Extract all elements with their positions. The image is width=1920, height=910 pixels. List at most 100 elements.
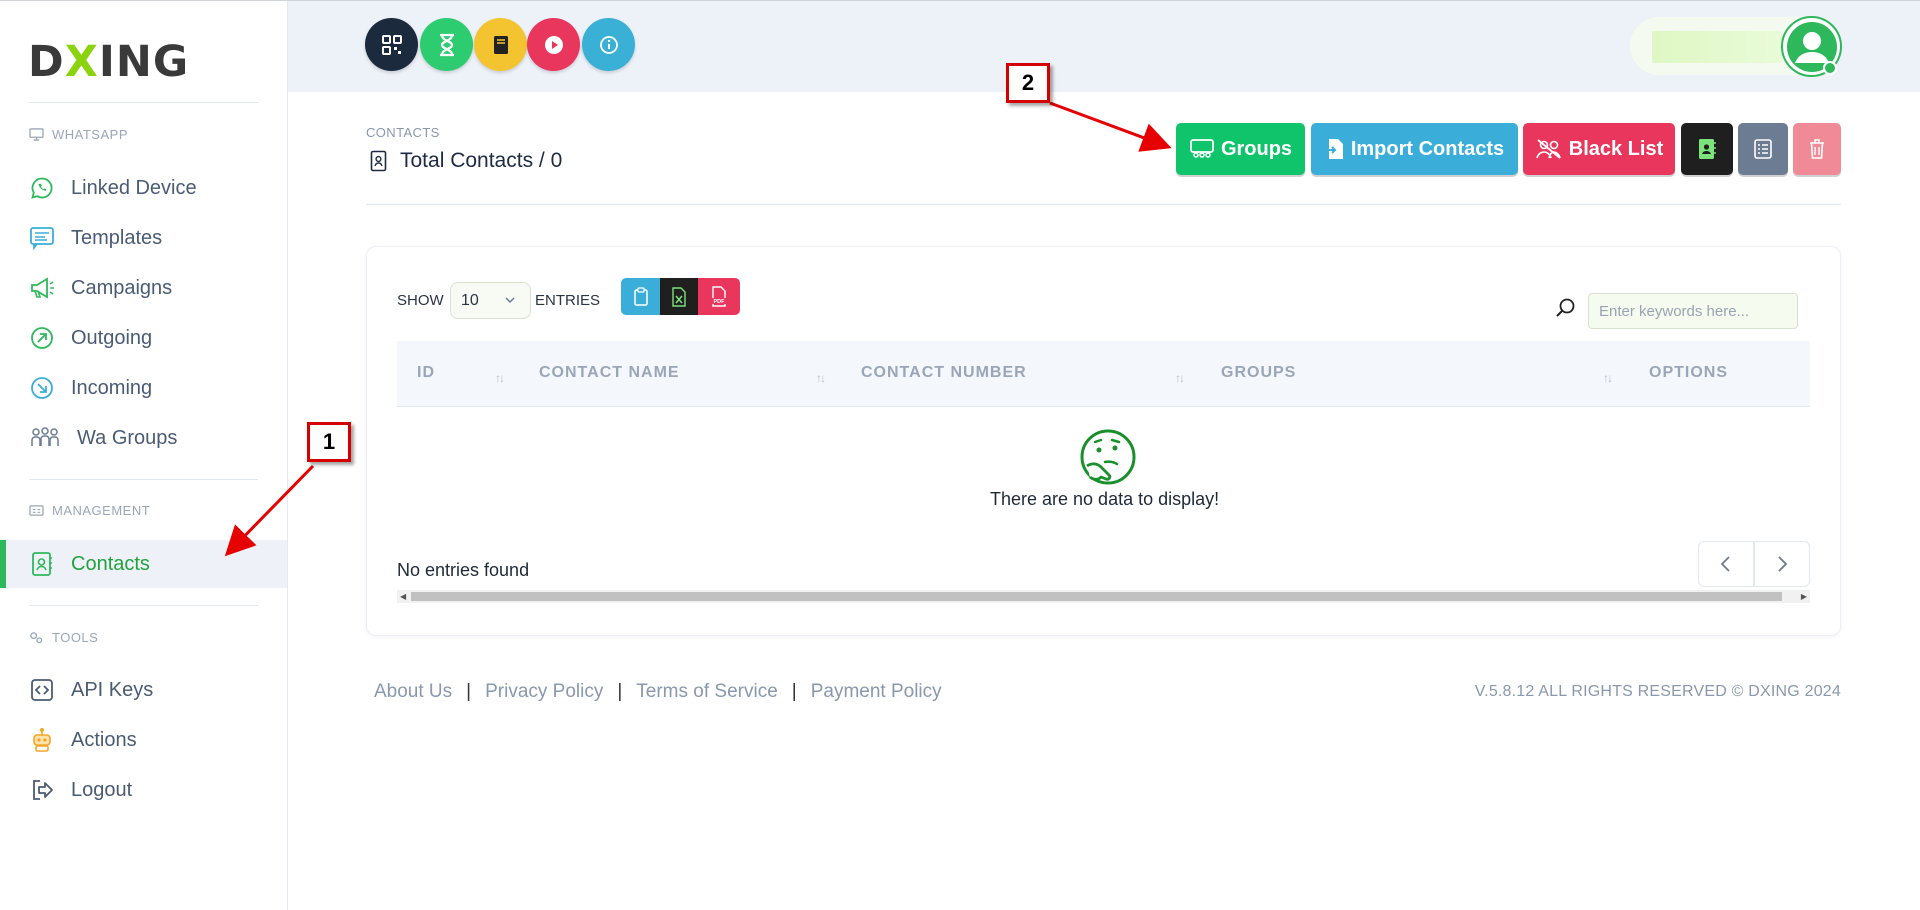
show-label: SHOW [397,292,444,309]
monitor-icon [29,128,44,141]
blocked-users-icon [1535,139,1561,159]
sidebar-item-wa-groups[interactable]: Wa Groups [0,414,287,462]
scrollbar-thumb[interactable] [411,592,1782,601]
footer-separator: | [466,681,472,702]
column-header-contact-name[interactable]: CONTACT NAME [539,364,680,382]
export-excel-button[interactable] [660,278,698,315]
section-label-whatsapp: WHATSAPP [29,127,128,142]
copy-button[interactable] [621,278,660,315]
header-divider [366,204,1841,205]
column-header-contact-number[interactable]: CONTACT NUMBER [861,364,1027,382]
list-view-button[interactable] [1738,123,1788,175]
footer-link-privacy-policy[interactable]: Privacy Policy [485,681,603,703]
empty-state-message: There are no data to display! [990,489,1220,509]
footer-links: About Us | Privacy Policy | Terms of Ser… [374,681,942,703]
divider [29,102,258,103]
annotation-badge-2: 2 [1006,63,1050,103]
info-icon [599,35,618,54]
sidebar-item-campaigns[interactable]: Campaigns [0,264,287,312]
template-icon [29,225,55,251]
table-info: No entries found [397,560,530,580]
column-header-groups[interactable]: GROUPS [1221,364,1296,382]
sidebar-item-actions[interactable]: Actions [0,716,287,764]
svg-text:PDF: PDF [714,299,726,305]
play-button[interactable] [527,18,580,71]
whatsapp-icon [29,175,55,201]
breadcrumb: CONTACTS [366,125,440,140]
contact-book-icon [370,150,387,172]
qr-code-icon [381,34,402,55]
sort-icon[interactable]: ↑↓ [495,371,505,385]
list-icon [1754,139,1772,159]
excel-icon [672,286,686,307]
page-title: Total Contacts / 0 [370,149,562,173]
column-header-options: OPTIONS [1649,364,1729,381]
robot-icon [29,727,55,753]
groups-button[interactable]: Groups [1176,123,1305,175]
sidebar: DXING WHATSAPP Linked Device Templates C… [0,1,288,910]
footer-link-terms-of-service[interactable]: Terms of Service [636,681,777,703]
incoming-arrow-icon [29,375,55,401]
sidebar-item-linked-device[interactable]: Linked Device [0,164,287,212]
section-label-management: MANAGEMENT [29,503,150,518]
footer-separator: | [617,681,623,702]
export-pdf-button[interactable]: PDF [698,278,740,315]
page-size-select[interactable]: 10 [450,282,531,319]
outgoing-arrow-icon [29,325,55,351]
sidebar-item-templates[interactable]: Templates [0,214,287,262]
id-card-icon [29,505,44,516]
section-label-tools: TOOLS [29,630,98,645]
user-name-redacted [1652,31,1782,63]
sidebar-item-api-keys[interactable]: API Keys [0,666,287,714]
next-page-button[interactable] [1754,541,1810,587]
chevron-down-icon [505,297,515,304]
sidebar-item-contacts[interactable]: Contacts [0,540,287,588]
entries-label: ENTRIES [535,292,601,309]
horizontal-scrollbar[interactable]: ◀ ▶ [397,590,1810,603]
footer-link-about-us[interactable]: About Us [374,681,452,703]
chevron-left-icon [1720,556,1730,572]
qr-code-button[interactable] [365,18,418,71]
divider [29,605,258,606]
clipboard-icon [633,286,648,306]
group-icon [1190,139,1214,158]
trash-icon [1810,139,1824,159]
online-status-dot [1823,61,1837,75]
footer-separator: | [791,681,797,702]
hourglass-button[interactable] [420,18,473,71]
book-button[interactable] [474,18,527,71]
scroll-right-arrow[interactable]: ▶ [1801,590,1807,603]
play-icon [544,35,563,54]
footer-link-payment-policy[interactable]: Payment Policy [811,681,942,703]
chevron-right-icon [1778,556,1788,572]
previous-page-button[interactable] [1698,541,1754,587]
sidebar-item-logout[interactable]: Logout [0,766,287,814]
contact-book-icon [29,551,55,577]
hourglass-icon [439,33,454,56]
contact-card-icon [1699,139,1716,159]
code-icon [29,677,55,703]
sort-icon[interactable]: ↑↓ [816,371,826,385]
copyright: V.5.8.12 ALL RIGHTS RESERVED © DXING 202… [1474,683,1841,700]
search-icon [1556,298,1575,317]
search-input[interactable] [1588,293,1798,329]
book-icon [493,35,508,54]
sort-icon[interactable]: ↑↓ [1175,371,1185,385]
info-button[interactable] [582,18,635,71]
sidebar-item-outgoing[interactable]: Outgoing [0,314,287,362]
sidebar-item-incoming[interactable]: Incoming [0,364,287,412]
contact-card-button[interactable] [1681,123,1733,175]
people-group-icon [29,425,61,451]
file-import-icon [1325,139,1343,159]
thinking-face-icon [1080,429,1136,485]
logo[interactable]: DXING [28,37,189,87]
black-list-button[interactable]: Black List [1523,123,1675,175]
sort-icon[interactable]: ↑↓ [1603,371,1613,385]
tools-icon [30,632,43,644]
annotation-arrow-2 [1049,101,1172,152]
scroll-left-arrow[interactable]: ◀ [400,590,406,603]
megaphone-icon [29,275,55,301]
column-header-id[interactable]: ID [417,364,435,382]
delete-button[interactable] [1793,123,1841,175]
import-contacts-button[interactable]: Import Contacts [1311,123,1518,175]
